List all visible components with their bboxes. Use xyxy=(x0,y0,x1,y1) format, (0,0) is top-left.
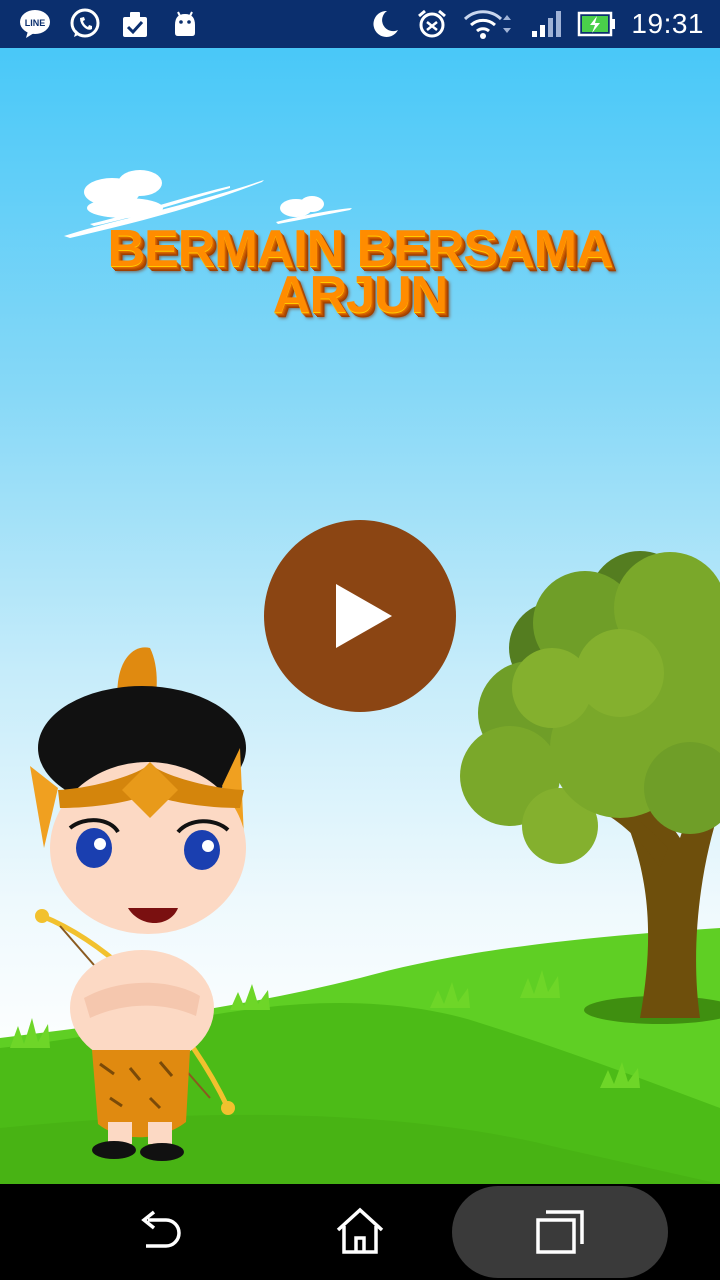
game-screen: BERMAIN BERSAMA ARJUN xyxy=(0,48,720,1184)
signal-icon xyxy=(529,7,563,41)
status-bar: LINE 19:31 xyxy=(0,0,720,48)
alarm-icon xyxy=(415,7,449,41)
play-button[interactable] xyxy=(264,520,456,712)
recent-apps-icon xyxy=(536,1210,584,1254)
battery-charging-icon xyxy=(577,7,617,41)
title-line-2: ARJUN xyxy=(272,266,448,324)
svg-text:LINE: LINE xyxy=(25,18,46,28)
line-icon: LINE xyxy=(18,7,52,41)
back-button[interactable] xyxy=(110,1184,210,1280)
wifi-icon xyxy=(463,7,515,41)
whatsapp-icon xyxy=(68,7,102,41)
system-icons: 19:31 xyxy=(367,6,704,42)
moon-icon xyxy=(367,7,401,41)
notification-icons: LINE xyxy=(18,6,202,42)
recent-apps-button[interactable] xyxy=(510,1184,610,1280)
home-button[interactable] xyxy=(310,1184,410,1280)
clipboard-check-icon xyxy=(118,7,152,41)
home-icon xyxy=(336,1207,384,1254)
android-icon xyxy=(168,7,202,41)
back-icon xyxy=(141,1210,181,1248)
navigation-bar xyxy=(0,1184,720,1280)
play-icon xyxy=(336,584,392,648)
clock: 19:31 xyxy=(631,8,704,39)
game-title: BERMAIN BERSAMA ARJUN xyxy=(0,223,720,324)
